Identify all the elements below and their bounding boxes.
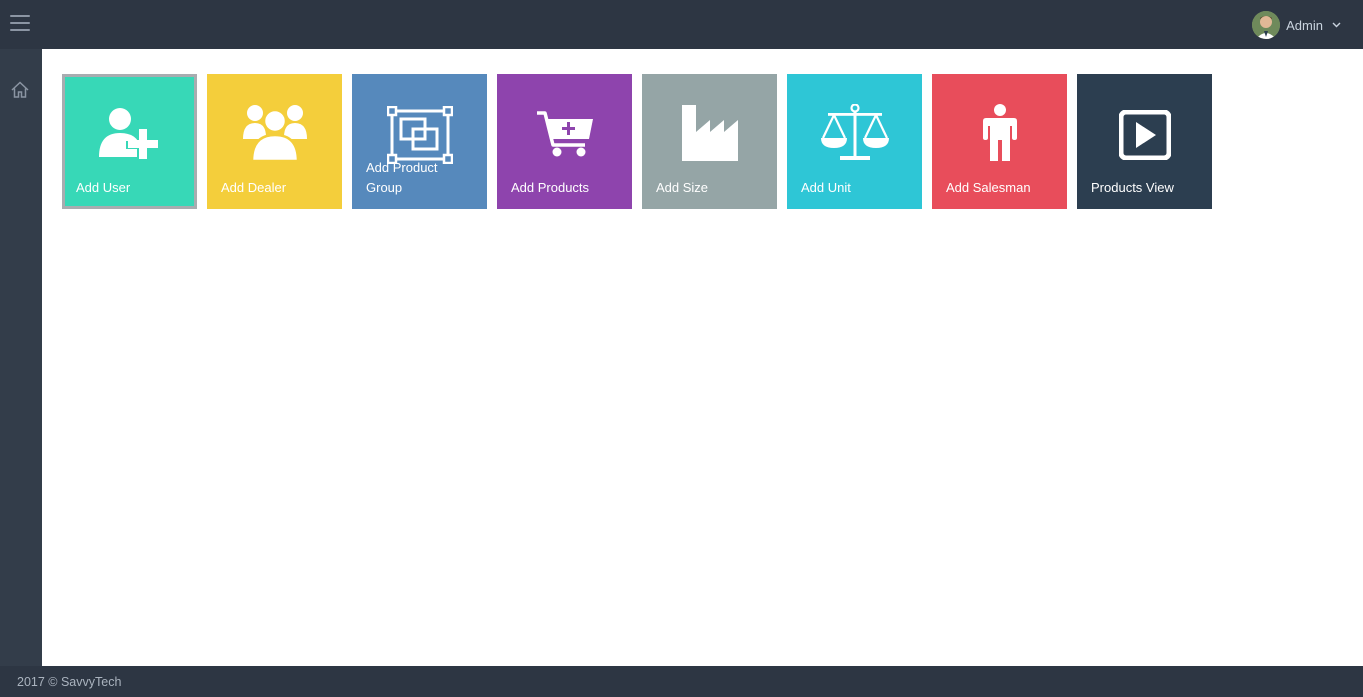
user-name[interactable]: Admin [1286, 18, 1323, 33]
tile-products-view[interactable]: Products View [1077, 74, 1212, 209]
chevron-down-icon[interactable] [1331, 20, 1341, 30]
home-icon[interactable] [10, 80, 30, 100]
tile-label: Add Product Group [366, 160, 438, 195]
person-icon [932, 102, 1067, 164]
tile-add-unit[interactable]: Add Unit [787, 74, 922, 209]
tile-label: Add Products [511, 180, 590, 195]
tile-add-salesman[interactable]: Add Salesman [932, 74, 1067, 209]
tile-label: Add Size [656, 180, 709, 195]
hamburger-icon[interactable] [10, 15, 30, 31]
tile-add-user[interactable]: Add User [62, 74, 197, 209]
dashboard-content: Add User Add Dealer Add Product Group Ad… [42, 49, 1363, 666]
copyright-text: 2017 © SavvyTech [17, 675, 122, 689]
tile-add-size[interactable]: Add Size [642, 74, 777, 209]
tile-grid: Add User Add Dealer Add Product Group Ad… [62, 74, 1222, 209]
tile-add-product-group[interactable]: Add Product Group [352, 74, 487, 209]
scale-icon [787, 102, 922, 164]
tile-label: Add Unit [801, 180, 851, 195]
tile-label: Add Dealer [221, 180, 287, 195]
play-icon [1077, 104, 1212, 166]
factory-icon [642, 102, 777, 164]
tile-label: Products View [1091, 180, 1174, 195]
sidebar [0, 49, 42, 666]
footer: 2017 © SavvyTech [0, 666, 1363, 697]
avatar[interactable] [1252, 11, 1281, 39]
top-navbar: Admin [0, 0, 1363, 49]
user-menu[interactable]: Admin [1252, 11, 1341, 39]
add-user-icon [62, 102, 197, 164]
users-group-icon [207, 102, 342, 164]
tile-label: Add User [76, 180, 131, 195]
tile-add-dealer[interactable]: Add Dealer [207, 74, 342, 209]
tile-add-products[interactable]: Add Products [497, 74, 632, 209]
product-group-icon [352, 104, 487, 166]
tile-label: Add Salesman [946, 180, 1031, 195]
cart-add-icon [497, 102, 632, 164]
